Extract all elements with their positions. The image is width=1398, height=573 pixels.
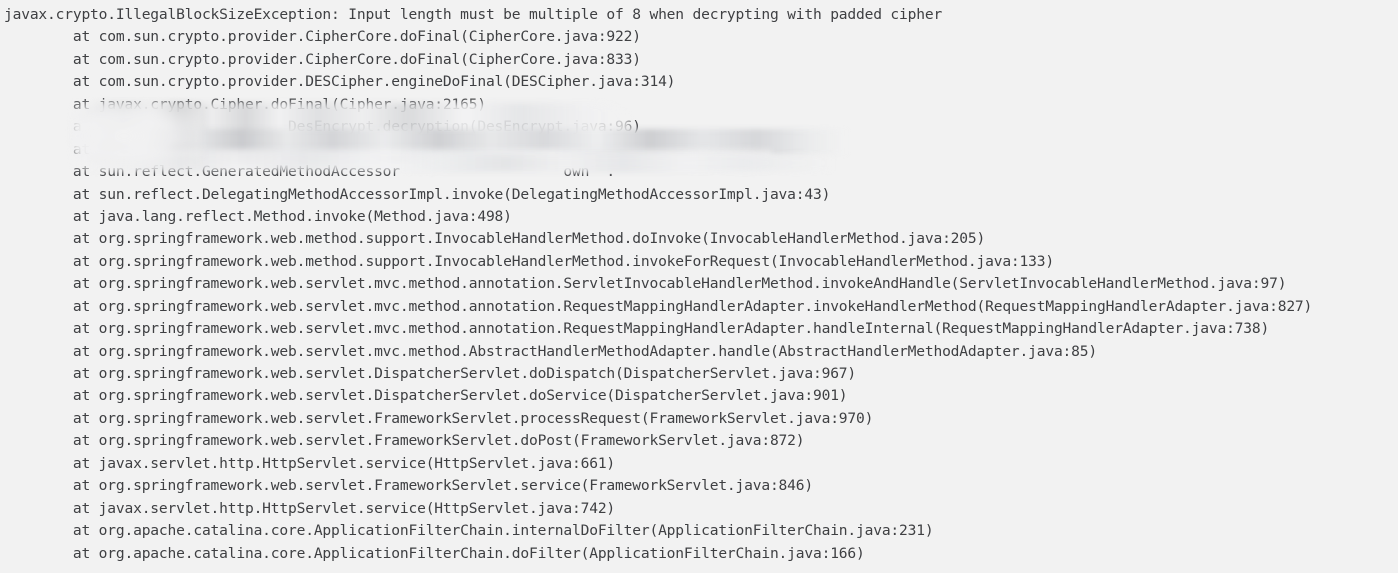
stacktrace-frame: at com.sun.crypto.provider.DESCipher.eng… [4,73,676,91]
stacktrace-frame: at org.springframework.web.servlet.mvc.m… [4,275,1287,293]
stacktrace-frame: at org.springframework.web.servlet.Dispa… [4,365,857,382]
stacktrace-frame: at org.springframework.web.method.suppor… [4,230,986,248]
stacktrace-frame: at org.springframework.web.servlet.Dispa… [4,387,848,405]
stacktrace-frame: at com.sun.crypto.provider.CipherCore.do… [4,50,641,68]
stacktrace-frame: at java.lang.reflect.Method.invoke(Metho… [4,207,512,225]
exception-header-line: javax.crypto.IllegalBlockSizeException: … [4,6,943,23]
stacktrace-frame: at javax.crypto.Cipher.doFinal(Cipher.ja… [4,95,486,113]
stacktrace-frame: at javax.servlet.http.HttpServlet.servic… [4,499,616,517]
stacktrace-frame: at com.sun.crypto.provider.CipherCore.do… [4,28,641,46]
stacktrace-frame: at sun.reflect.DelegatingMethodAccessorI… [4,185,831,203]
stacktrace-frame: at org.springframework.web.servlet.mvc.m… [4,320,1270,338]
stacktrace-panel[interactable]: javax.crypto.IllegalBlockSizeException: … [0,0,1398,573]
stacktrace-frame: at org.springframework.web.servlet.Frame… [4,409,874,427]
stacktrace-frame: at org.springframework.web.servlet.Frame… [4,477,813,495]
stacktrace-frame: at org.springframework.web.servlet.Frame… [4,432,805,450]
stacktrace-frame: at org.springframework.web.method.suppor… [4,252,1054,270]
stacktrace-frame: at org.springframework.web.servlet.mvc.m… [4,297,1313,315]
stacktrace-frame: at org.apache.catalina.core.ApplicationF… [4,544,865,562]
stacktrace-frame: a DesEncrypt.decryption(DesEncrypt.java:… [4,118,641,136]
stacktrace-frame-list: at com.sun.crypto.provider.CipherCore.do… [0,26,1398,565]
stacktrace-frame: at javax.servlet.http.HttpServlet.servic… [4,454,616,472]
stacktrace-frame: at sun.reflect.GeneratedMethodAccessor o… [4,163,616,181]
stacktrace-frame: at [4,140,659,158]
stacktrace-frame: at org.apache.catalina.core.ApplicationF… [4,522,934,540]
stacktrace-frame: at org.springframework.web.servlet.mvc.m… [4,342,1097,360]
